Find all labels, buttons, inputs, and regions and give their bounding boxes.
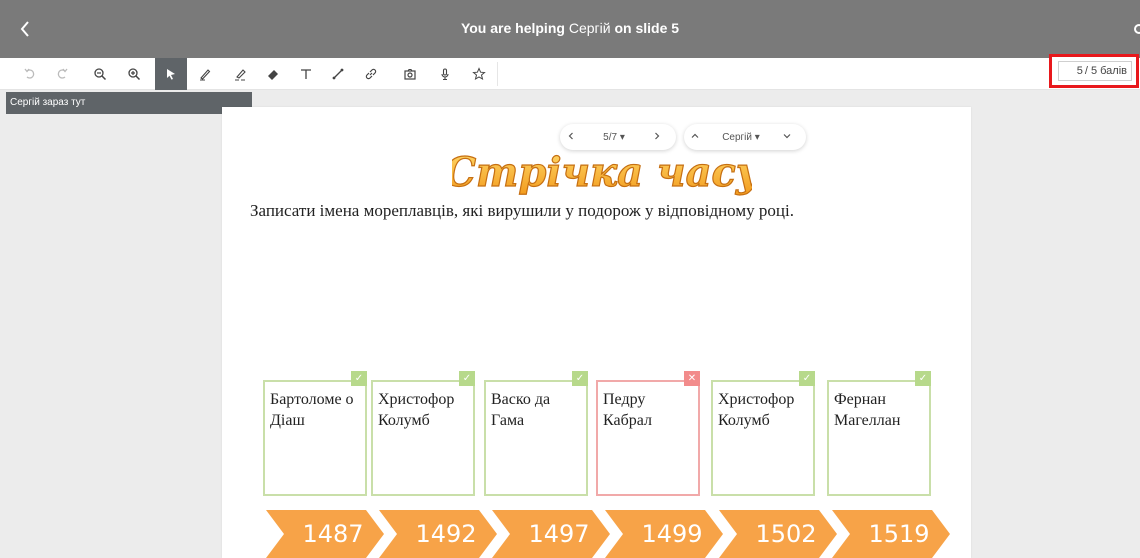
year-label: 1492 (415, 520, 477, 548)
year-label: 1487 (302, 520, 364, 548)
line-icon (332, 68, 344, 80)
pen-tool-button[interactable] (189, 58, 221, 90)
redo-icon (57, 68, 68, 79)
score-field: / 5 балів (1058, 61, 1132, 81)
undo-icon (24, 68, 35, 79)
eraser-tool-button[interactable] (257, 58, 289, 90)
toolbar-divider (497, 62, 498, 86)
timeline-year: 1502 (719, 510, 839, 558)
star-icon (472, 67, 486, 81)
score-input[interactable] (1070, 65, 1083, 77)
highlighter-tool-button[interactable] (224, 58, 256, 90)
cross-icon: ✕ (684, 371, 700, 386)
pen-icon (200, 69, 211, 81)
answer-text: Фернан Магеллан (834, 391, 901, 429)
banner-suffix: on slide 5 (614, 20, 680, 36)
star-tool-button[interactable] (463, 58, 495, 90)
answer-text: Христофор Колумб (718, 391, 795, 429)
answer-card[interactable]: Христофор Колумб ✓ (711, 371, 815, 496)
microphone-tool-button[interactable] (429, 58, 461, 90)
camera-tool-button[interactable] (394, 58, 426, 90)
pointer-tool-button[interactable] (155, 58, 187, 90)
answer-card[interactable]: Васко да Гама ✓ (484, 371, 588, 496)
pointer-icon (167, 69, 175, 80)
check-icon: ✓ (459, 371, 475, 386)
timeline-year: 1487 (266, 510, 386, 558)
undo-button[interactable] (14, 58, 46, 90)
corner-circle-icon[interactable] (1134, 24, 1140, 34)
eraser-icon (268, 70, 278, 80)
highlighter-icon (235, 69, 246, 81)
year-label: 1502 (755, 520, 817, 548)
banner-student-name: Сергій (568, 20, 611, 36)
zoom-in-button[interactable] (118, 58, 150, 90)
answer-text: Педру Кабрал (603, 391, 652, 429)
slide-title-text: Стрічка часу (452, 149, 752, 196)
timeline-year: 1497 (492, 510, 612, 558)
task-instruction: Записати імена мореплавців, які вирушили… (250, 201, 794, 220)
student-location-tooltip: Сергій зараз тут (6, 92, 252, 114)
answer-card[interactable]: Христофор Колумб ✓ (371, 371, 475, 496)
year-label: 1497 (528, 520, 590, 548)
score-suffix: / 5 балів (1084, 65, 1127, 77)
check-icon: ✓ (572, 371, 588, 386)
timeline-year: 1519 (832, 510, 952, 558)
banner-title: You are helping Сергій on slide 5 (0, 20, 1140, 36)
answer-text: Христофор Колумб (378, 391, 455, 429)
zoom-out-icon (94, 68, 107, 81)
text-tool-button[interactable] (290, 58, 322, 90)
timeline-year: 1499 (605, 510, 725, 558)
zoom-out-button[interactable] (84, 58, 116, 90)
next-student-button[interactable] (776, 131, 798, 143)
redo-button[interactable] (46, 58, 78, 90)
answer-card[interactable]: Бартоломе о Діаш ✓ (263, 371, 367, 496)
banner-prefix: You are helping (460, 20, 565, 36)
line-tool-button[interactable] (322, 58, 354, 90)
answer-card[interactable]: Педру Кабрал ✕ (596, 371, 700, 496)
chevron-down-icon (783, 134, 791, 139)
slide-title-logo: Стрічка часу (452, 148, 752, 196)
microphone-icon (441, 68, 449, 81)
drawing-toolbar (0, 58, 1140, 90)
camera-icon (404, 68, 416, 80)
text-icon (301, 69, 311, 79)
answer-text: Бартоломе о Діаш (270, 391, 354, 429)
link-icon (365, 68, 377, 80)
link-tool-button[interactable] (355, 58, 387, 90)
timeline-year: 1492 (379, 510, 499, 558)
answer-text: Васко да Гама (491, 391, 551, 429)
check-icon: ✓ (915, 371, 931, 386)
year-label: 1499 (641, 520, 703, 548)
top-banner: You are helping Сергій on slide 5 (0, 0, 1140, 58)
answer-card[interactable]: Фернан Магеллан ✓ (827, 371, 931, 496)
check-icon: ✓ (351, 371, 367, 386)
year-label: 1519 (868, 520, 930, 548)
check-icon: ✓ (799, 371, 815, 386)
zoom-in-icon (128, 68, 141, 81)
score-box: / 5 балів (1049, 54, 1139, 88)
